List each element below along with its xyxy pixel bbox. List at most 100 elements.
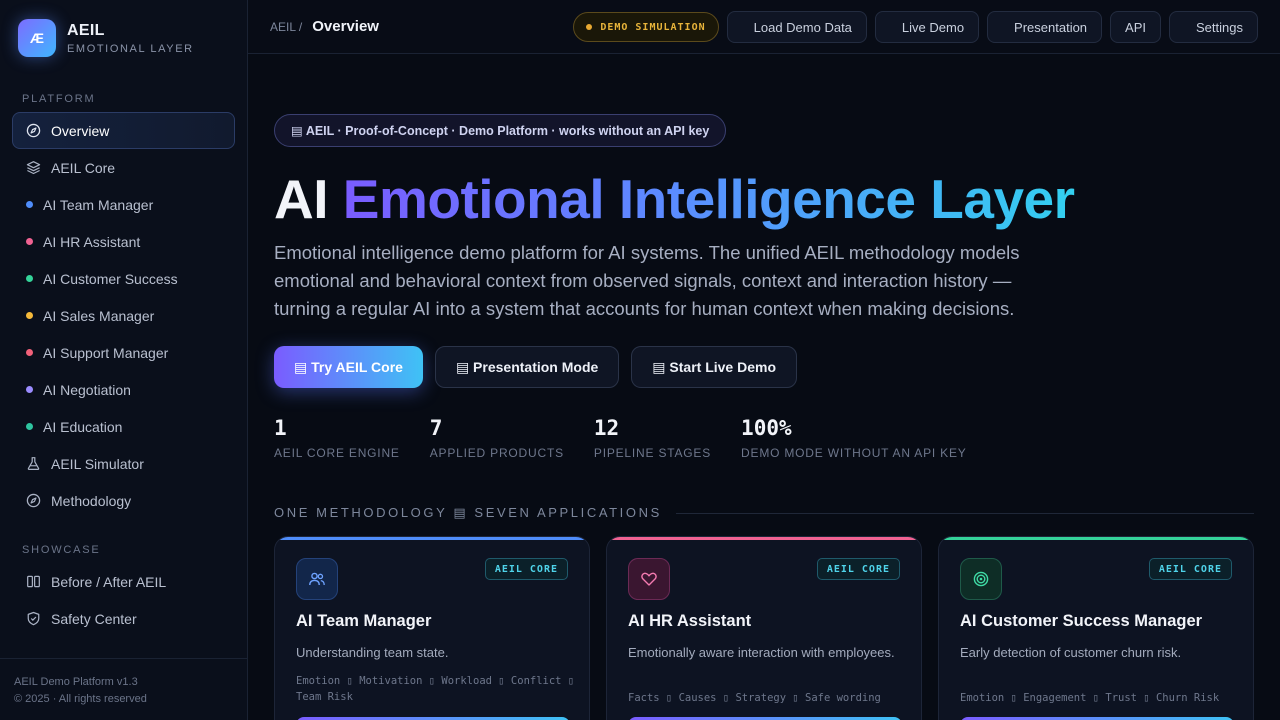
stat-label: DEMO MODE WITHOUT AN API KEY xyxy=(741,446,967,460)
sidebar-item-label: AI Team Manager xyxy=(43,196,154,213)
top-actions: DEMO SIMULATION Load Demo Data Live Demo… xyxy=(573,11,1258,43)
columns-icon xyxy=(25,574,41,590)
card-title: AI Customer Success Manager xyxy=(960,612,1203,630)
presentation-button[interactable]: Presentation xyxy=(987,11,1103,43)
brand[interactable]: Æ AEIL EMOTIONAL LAYER xyxy=(18,19,194,57)
sidebar: Æ AEIL EMOTIONAL LAYER PLATFORM Overview… xyxy=(0,0,248,720)
product-card-hr-assistant[interactable]: AEIL CORE AI HR Assistant Emotionally aw… xyxy=(606,536,922,720)
users-icon xyxy=(296,558,338,600)
target-icon xyxy=(960,558,1002,600)
try-aeil-core-button[interactable]: ▤ Try AEIL Core xyxy=(274,346,423,388)
section-heading: ONE METHODOLOGY ▤ SEVEN APPLICATIONS xyxy=(274,505,1254,521)
demo-simulation-badge: DEMO SIMULATION xyxy=(573,12,719,42)
stats-row: 1 AEIL CORE ENGINE 7 APPLIED PRODUCTS 12… xyxy=(274,416,967,460)
presentation-mode-button[interactable]: ▤ Presentation Mode xyxy=(434,346,620,388)
sidebar-item-ai-sales-manager[interactable]: AI Sales Manager xyxy=(12,297,235,334)
platform-section-label: PLATFORM xyxy=(22,93,96,105)
version-text: AEIL Demo Platform v1.3 xyxy=(14,676,138,688)
flask-icon xyxy=(25,456,41,472)
card-description: Early detection of customer churn risk. xyxy=(960,645,1182,660)
sidebar-item-before-after[interactable]: Before / After AEIL xyxy=(12,563,235,600)
product-cards: AEIL CORE AI Team Manager Understanding … xyxy=(274,536,1254,720)
brand-logo: Æ xyxy=(18,19,56,57)
stat-label: AEIL CORE ENGINE xyxy=(274,446,400,460)
sidebar-item-label: AI Support Manager xyxy=(43,344,169,361)
sidebar-item-ai-negotiation[interactable]: AI Negotiation xyxy=(12,371,235,408)
breadcrumb: AEIL / Overview xyxy=(270,18,379,35)
sidebar-item-label: Methodology xyxy=(51,492,132,509)
sidebar-item-label: AI Customer Success xyxy=(43,270,178,287)
card-accent-bar xyxy=(607,537,921,540)
copyright-text: © 2025 · All rights reserved xyxy=(14,693,147,705)
sidebar-item-label: AI Sales Manager xyxy=(43,307,155,324)
stat-label: PIPELINE STAGES xyxy=(593,446,712,460)
sidebar-item-ai-hr-assistant[interactable]: AI HR Assistant xyxy=(12,223,235,260)
aeil-core-badge: AEIL CORE xyxy=(484,558,568,580)
sidebar-item-label: Overview xyxy=(51,122,110,139)
status-dot xyxy=(26,238,33,245)
product-card-team-manager[interactable]: AEIL CORE AI Team Manager Understanding … xyxy=(274,536,590,720)
load-demo-data-button[interactable]: Load Demo Data xyxy=(726,11,867,43)
brand-name: AEIL xyxy=(67,21,105,39)
heart-icon xyxy=(628,558,670,600)
stat: 12 PIPELINE STAGES xyxy=(594,416,711,460)
status-dot xyxy=(26,423,33,430)
status-dot xyxy=(26,349,33,356)
stat: 100% DEMO MODE WITHOUT AN API KEY xyxy=(741,416,967,460)
card-description: Understanding team state. xyxy=(296,645,449,660)
card-tags: Emotion ▯ Motivation ▯ Workload ▯ Confli… xyxy=(296,675,575,703)
cta-row: ▤ Try AEIL Core ▤ Presentation Mode ▤ St… xyxy=(274,346,797,388)
aeil-core-badge: AEIL CORE xyxy=(816,558,900,580)
status-dot xyxy=(26,275,33,282)
shield-icon xyxy=(25,611,41,627)
sidebar-item-methodology[interactable]: Methodology xyxy=(12,482,235,519)
sidebar-item-ai-customer-success[interactable]: AI Customer Success xyxy=(12,260,235,297)
stat-value: 1 xyxy=(274,416,287,440)
live-demo-button[interactable]: Live Demo xyxy=(874,11,980,43)
stat-value: 7 xyxy=(429,416,443,440)
api-button[interactable]: API xyxy=(1110,11,1162,43)
status-dot xyxy=(26,386,33,393)
hero-title-plain: AI xyxy=(274,168,329,230)
sidebar-item-label: AI HR Assistant xyxy=(43,233,141,250)
status-dot xyxy=(26,201,33,208)
sidebar-item-aeil-simulator[interactable]: AEIL Simulator xyxy=(12,445,235,482)
breadcrumb-parent[interactable]: AEIL / xyxy=(270,20,302,34)
sidebar-item-label: Safety Center xyxy=(51,610,137,627)
stat-value: 12 xyxy=(593,416,620,440)
sidebar-item-label: Before / After AEIL xyxy=(51,573,167,590)
demo-badge-label: DEMO SIMULATION xyxy=(600,21,706,33)
compass-icon xyxy=(25,123,41,139)
product-card-customer-success[interactable]: AEIL CORE AI Customer Success Manager Ea… xyxy=(938,536,1254,720)
stat: 7 APPLIED PRODUCTS xyxy=(430,416,564,460)
status-dot xyxy=(586,24,593,30)
sidebar-footer: AEIL Demo Platform v1.3 © 2025 · All rig… xyxy=(0,658,247,720)
sidebar-item-overview[interactable]: Overview xyxy=(12,112,235,149)
card-accent-bar xyxy=(275,537,589,540)
settings-button[interactable]: Settings xyxy=(1169,11,1258,43)
hero-description: Emotional intelligence demo platform for… xyxy=(274,242,1020,319)
card-accent-bar xyxy=(939,537,1253,540)
showcase-section-label: SHOWCASE xyxy=(22,544,101,556)
sidebar-item-safety-center[interactable]: Safety Center xyxy=(12,600,235,637)
topbar: AEIL / Overview DEMO SIMULATION Load Dem… xyxy=(248,0,1280,54)
start-live-demo-button[interactable]: ▤ Start Live Demo xyxy=(631,346,797,388)
sidebar-item-label: AEIL Simulator xyxy=(51,455,144,472)
sidebar-item-ai-education[interactable]: AI Education xyxy=(12,408,235,445)
sidebar-item-label: AI Education xyxy=(43,418,123,435)
divider xyxy=(675,512,1254,514)
sidebar-item-ai-support-manager[interactable]: AI Support Manager xyxy=(12,334,235,371)
aeil-core-badge: AEIL CORE xyxy=(1148,558,1232,580)
section-heading-text: ONE METHODOLOGY ▤ SEVEN APPLICATIONS xyxy=(274,505,662,520)
sidebar-item-label: AI Negotiation xyxy=(43,381,131,398)
layers-icon xyxy=(25,160,41,176)
card-tags: Facts ▯ Causes ▯ Strategy ▯ Safe wording xyxy=(628,692,881,704)
sidebar-item-ai-team-manager[interactable]: AI Team Manager xyxy=(12,186,235,223)
card-tags: Emotion ▯ Engagement ▯ Trust ▯ Churn Ris… xyxy=(960,692,1220,704)
card-title: AI HR Assistant xyxy=(628,612,752,630)
platform-nav: Overview AEIL Core AI Team Manager AI HR… xyxy=(12,112,235,519)
sidebar-item-aeil-core[interactable]: AEIL Core xyxy=(12,149,235,186)
compass-icon xyxy=(25,493,41,509)
page-title: Overview xyxy=(312,18,379,35)
hero-title-gradient: Emotional Intelligence Layer xyxy=(342,168,1075,230)
